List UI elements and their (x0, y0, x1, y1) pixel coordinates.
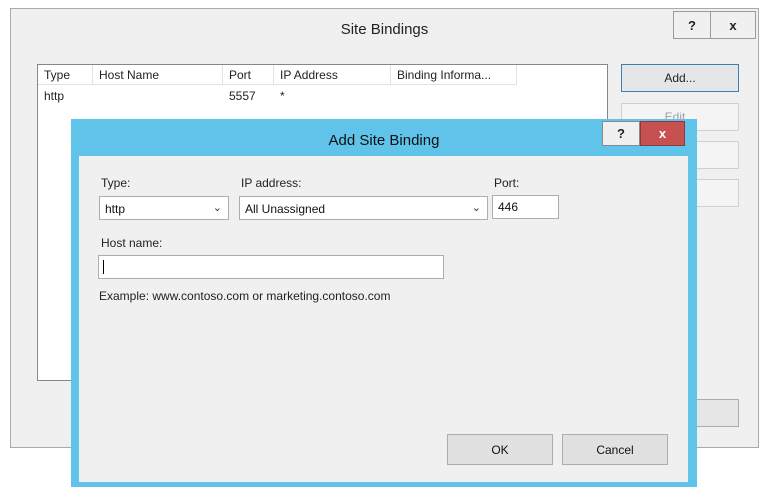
chevron-down-icon: ⌄ (471, 202, 481, 214)
cell-type: http (44, 89, 65, 103)
help-icon: ? (688, 17, 696, 33)
column-header-type[interactable]: Type (38, 65, 93, 85)
host-name-input[interactable] (98, 255, 444, 279)
cell-ip-address: * (280, 89, 285, 103)
column-header-port[interactable]: Port (223, 65, 274, 85)
site-bindings-titlebar: Site Bindings ? x (11, 9, 758, 50)
example-hint: Example: www.contoso.com or marketing.co… (99, 289, 391, 303)
site-bindings-title: Site Bindings (340, 21, 429, 38)
ip-address-select[interactable]: All Unassigned ⌄ (239, 196, 488, 220)
close-icon: x (729, 17, 737, 33)
ip-address-label: IP address: (241, 176, 302, 190)
column-header-host-name[interactable]: Host Name (93, 65, 223, 85)
ok-button[interactable]: OK (447, 434, 553, 465)
close-button[interactable]: x (710, 11, 756, 39)
close-icon: x (658, 126, 667, 141)
cancel-button[interactable]: Cancel (562, 434, 668, 465)
help-button[interactable]: ? (673, 11, 711, 39)
type-label: Type: (101, 176, 131, 190)
port-input[interactable]: 446 (492, 195, 559, 219)
text-caret (103, 260, 104, 274)
host-name-label: Host name: (101, 236, 163, 250)
chevron-down-icon: ⌄ (212, 202, 222, 214)
close-button[interactable]: x (640, 121, 685, 146)
add-button[interactable]: Add... (621, 64, 739, 92)
add-site-binding-dialog: Add Site Binding ? x Type: http ⌄ IP add… (71, 119, 697, 487)
cell-port: 5557 (229, 89, 256, 103)
add-site-binding-body: Type: http ⌄ IP address: All Unassigned … (79, 156, 688, 482)
column-header-ip-address[interactable]: IP Address (274, 65, 391, 85)
column-header-binding-information[interactable]: Binding Informa... (391, 65, 517, 85)
type-value: http (105, 202, 126, 216)
ip-address-value: All Unassigned (245, 202, 326, 216)
help-button[interactable]: ? (602, 121, 640, 146)
help-icon: ? (617, 126, 625, 141)
port-label: Port: (494, 176, 520, 190)
type-select[interactable]: http ⌄ (99, 196, 229, 220)
